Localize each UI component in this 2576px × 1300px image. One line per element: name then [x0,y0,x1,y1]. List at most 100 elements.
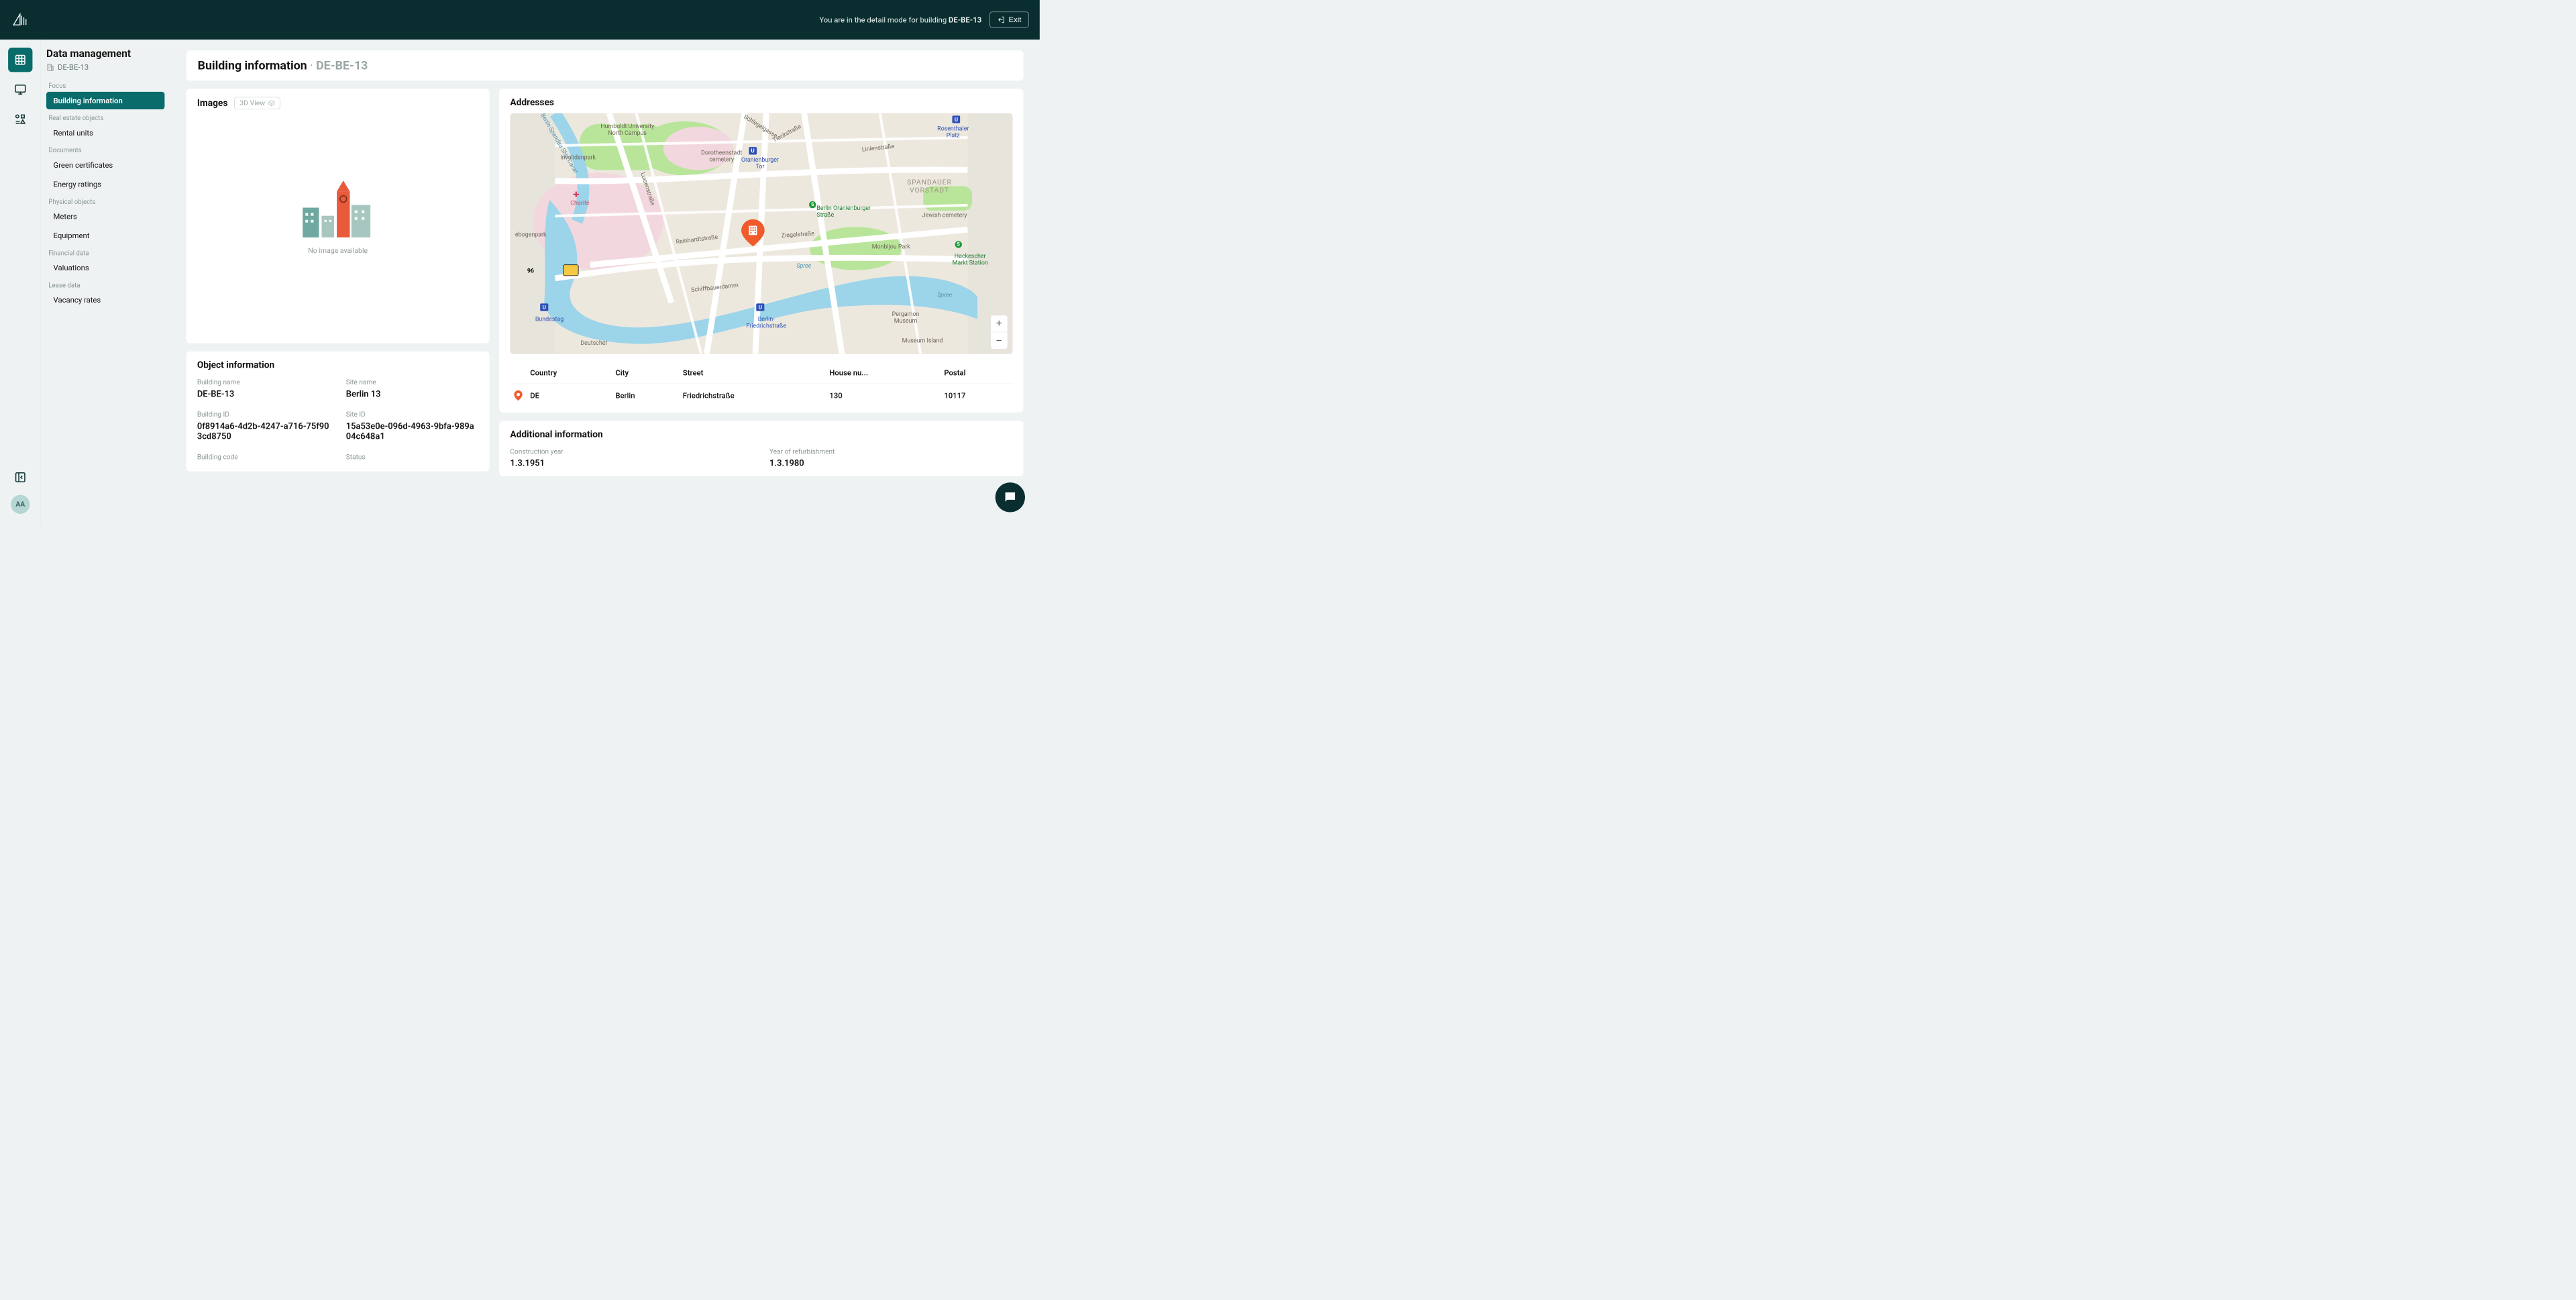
site-id-label: Site ID [346,411,479,419]
addresses-table: Country City Street House nu... Postal D… [510,362,1012,407]
map[interactable]: Humboldt UniversityNorth Campus Invalide… [510,113,1012,354]
exit-button[interactable]: Exit [989,11,1028,28]
chat-icon [1003,490,1018,505]
building-id-value: 0f8914a6-4d2b-4247-a716-75f903cd8750 [197,421,330,441]
map-label-oranienburger: Berlin OranienburgerStraße [816,205,871,218]
building-id-label: Building ID [197,411,330,419]
map-label-ebogenpark: ebogenpark [515,231,547,238]
u-marker-icon: U [756,303,764,311]
cell-country: DE [527,384,612,407]
sidebar: Data management DE-BE-13 Focus Building … [41,40,170,525]
map-label-bundestag: Bundestag [535,315,564,322]
map-label-deutscher: Deutscher [580,339,607,346]
sidebar-item-valuations[interactable]: Valuations [46,259,164,276]
rail-data-button[interactable] [8,48,32,72]
rail-collapse-button[interactable] [8,465,32,489]
cell-street: Friedrichstraße [679,384,826,407]
user-avatar[interactable]: AA [11,495,30,514]
col-country: Country [527,362,612,384]
sidebar-item-rental-units[interactable]: Rental units [46,124,164,142]
addresses-card: Addresses [499,89,1023,413]
shapes-icon [14,113,26,125]
construction-year-value: 1.3.1951 [510,457,753,468]
zoom-out-button[interactable]: − [991,332,1008,349]
building-icon [46,63,54,71]
site-name-label: Site name [346,378,479,386]
map-label-spree2: Spree [937,292,952,299]
sb-group-focus: Focus [46,78,164,91]
chat-fab[interactable] [996,482,1025,512]
hospital-marker-icon: ✚ [573,191,579,199]
page-title: Building information · DE-BE-13 [198,58,1012,72]
sidebar-item-building-information[interactable]: Building information [46,92,164,109]
title-card: Building information · DE-BE-13 [186,50,1024,80]
object-info-title: Object information [197,360,479,370]
sidebar-item-vacancy-rates[interactable]: Vacancy rates [46,291,164,309]
site-id-value: 15a53e0e-096d-4963-9bfa-989a04c648a1 [346,421,479,441]
building-code-label: Building code [197,453,330,462]
map-label-hwy: 96 [527,268,534,274]
rail-monitor-button[interactable] [8,77,32,101]
no-image-text: No image available [308,247,368,255]
map-label-friedrich: Berlin-Friedrichstraße [746,315,786,329]
sb-group-physical: Physical objects [46,195,164,207]
status-label: Status [346,453,479,462]
addresses-title: Addresses [510,97,1012,107]
sidebar-item-equipment[interactable]: Equipment [46,227,164,244]
object-info-card: Object information Building name DE-BE-1… [186,351,490,472]
sidebar-title: Data management [46,48,164,60]
sidebar-item-meters[interactable]: Meters [46,208,164,225]
col-postal: Postal [941,362,1013,384]
refurb-year-label: Year of refurbishment [769,448,1012,456]
app-logo [11,10,30,29]
col-street: Street [679,362,826,384]
u-marker-icon: U [953,115,961,123]
cell-house: 130 [826,384,941,407]
map-label-charite: Charité [570,200,589,207]
sidebar-item-green-certificates[interactable]: Green certificates [46,156,164,174]
construction-year-label: Construction year [510,448,753,456]
no-image-illustration [294,175,381,243]
sidebar-item-energy-ratings[interactable]: Energy ratings [46,176,164,193]
images-card: Images 3D View [186,89,490,343]
cube-icon [268,100,275,107]
col-city: City [612,362,679,384]
images-title: Images [197,98,228,109]
u-marker-icon: U [540,303,548,311]
sidebar-building-code: DE-BE-13 [58,63,89,72]
map-label-pergamon: PergamonMuseum [892,311,920,324]
map-label-spandauer: SPANDAUERVORSTADT [907,178,952,195]
map-zoom-controls: + − [990,315,1008,349]
map-label-monbijou: Monbijou Park [872,243,910,250]
map-label-humboldt: Humboldt UniversityNorth Campus [600,123,654,136]
s-marker-icon: S [955,241,961,248]
map-label-jewish: Jewish cemetery [922,212,967,219]
view-3d-button[interactable]: 3D View [234,97,280,109]
sb-group-documents: Documents [46,144,164,156]
map-label-dorotheen: Dorotheenstadtcemetery [701,150,742,163]
cell-city: Berlin [612,384,679,407]
map-label-museum-island: Museum Island [902,337,943,344]
map-label-rosenthaler: RosenthalerPlatz [937,125,969,139]
table-row[interactable]: DE Berlin Friedrichstraße 130 10117 [510,384,1012,407]
sb-group-financial: Financial data [46,246,164,259]
sb-group-real-estate: Real estate objects [46,111,164,123]
col-house: House nu... [826,362,941,384]
left-rail: AA [0,40,41,525]
additional-title: Additional information [510,429,1012,439]
detail-mode-text: You are in the detail mode for building … [819,15,981,24]
sb-group-lease: Lease data [46,278,164,291]
map-label-oranienburger-tor: OranienburgerTor [741,156,779,170]
building-name-label: Building name [197,378,330,386]
zoom-in-button[interactable]: + [991,315,1008,332]
rail-apps-button[interactable] [8,107,32,131]
building-name-value: DE-BE-13 [197,388,330,398]
map-label-spree: Spree [796,262,811,269]
map-pin-icon [741,219,765,246]
exit-icon [998,16,1005,23]
additional-info-card: Additional information Construction year… [499,421,1023,476]
pin-icon [514,390,523,400]
u-marker-icon: U [749,147,757,154]
map-label-hackescher: HackescherMarkt Station [953,253,988,266]
refurb-year-value: 1.3.1980 [769,457,1012,468]
